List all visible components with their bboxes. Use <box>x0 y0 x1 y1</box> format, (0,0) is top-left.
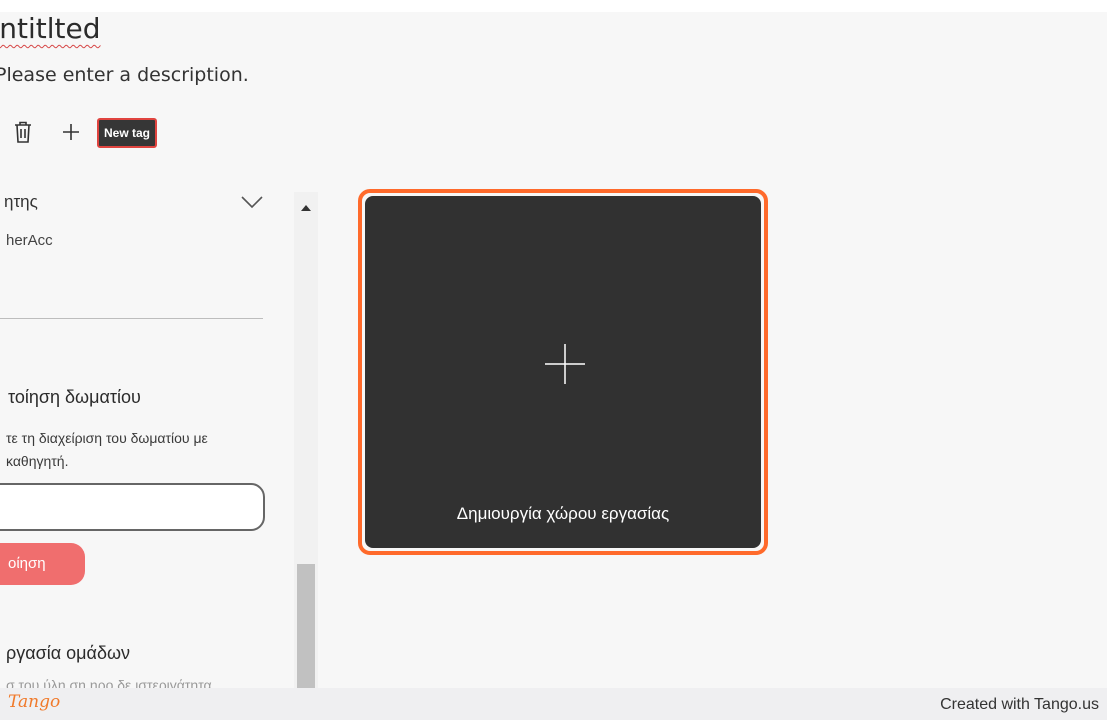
role-value: herAcc <box>6 232 53 249</box>
plus-icon[interactable] <box>58 116 84 148</box>
created-with-text: Created with Tango.us <box>940 696 1099 713</box>
scroll-thumb[interactable] <box>297 564 315 688</box>
scrollbar[interactable] <box>294 192 318 688</box>
share-email-input[interactable] <box>0 483 265 531</box>
tag-toolbar: New tag <box>10 116 310 150</box>
group-work-title: ργασία ομάδων <box>6 643 131 663</box>
share-room-title: τοίηση δωματίου <box>8 387 141 407</box>
document-description[interactable]: Please enter a description. <box>0 64 249 86</box>
share-button[interactable]: οίηση <box>0 543 85 585</box>
role-label: ητης <box>4 192 38 211</box>
new-tag-button[interactable]: New tag <box>97 118 158 148</box>
settings-panel: ητης herAcc τοίηση δωματίου τε τη διαχεί… <box>0 192 318 688</box>
document-title[interactable]: Jntitlted <box>0 12 101 45</box>
divider <box>0 318 263 319</box>
create-workspace-card[interactable]: Δημιουργία χώρου εργασίας <box>358 189 768 555</box>
app-window: Jntitlted Please enter a description. Ne… <box>0 12 1107 688</box>
group-work-help: σ του ύλη ση ηρο δε ιστεριγάτητα <box>6 677 212 688</box>
plus-icon <box>545 344 585 389</box>
footer: Tango Created with Tango.us <box>0 688 1107 720</box>
share-room-help: τε τη διαχείριση του δωματίου με καθηγητ… <box>6 430 208 469</box>
create-workspace-label: Δημιουργία χώρου εργασίας <box>456 504 670 523</box>
tango-logo: Tango <box>8 692 61 712</box>
chevron-down-icon[interactable] <box>241 195 263 209</box>
create-workspace-tile[interactable]: Δημιουργία χώρου εργασίας <box>365 196 761 548</box>
trash-icon[interactable] <box>10 116 36 148</box>
scroll-up-arrow-icon[interactable] <box>294 200 318 216</box>
